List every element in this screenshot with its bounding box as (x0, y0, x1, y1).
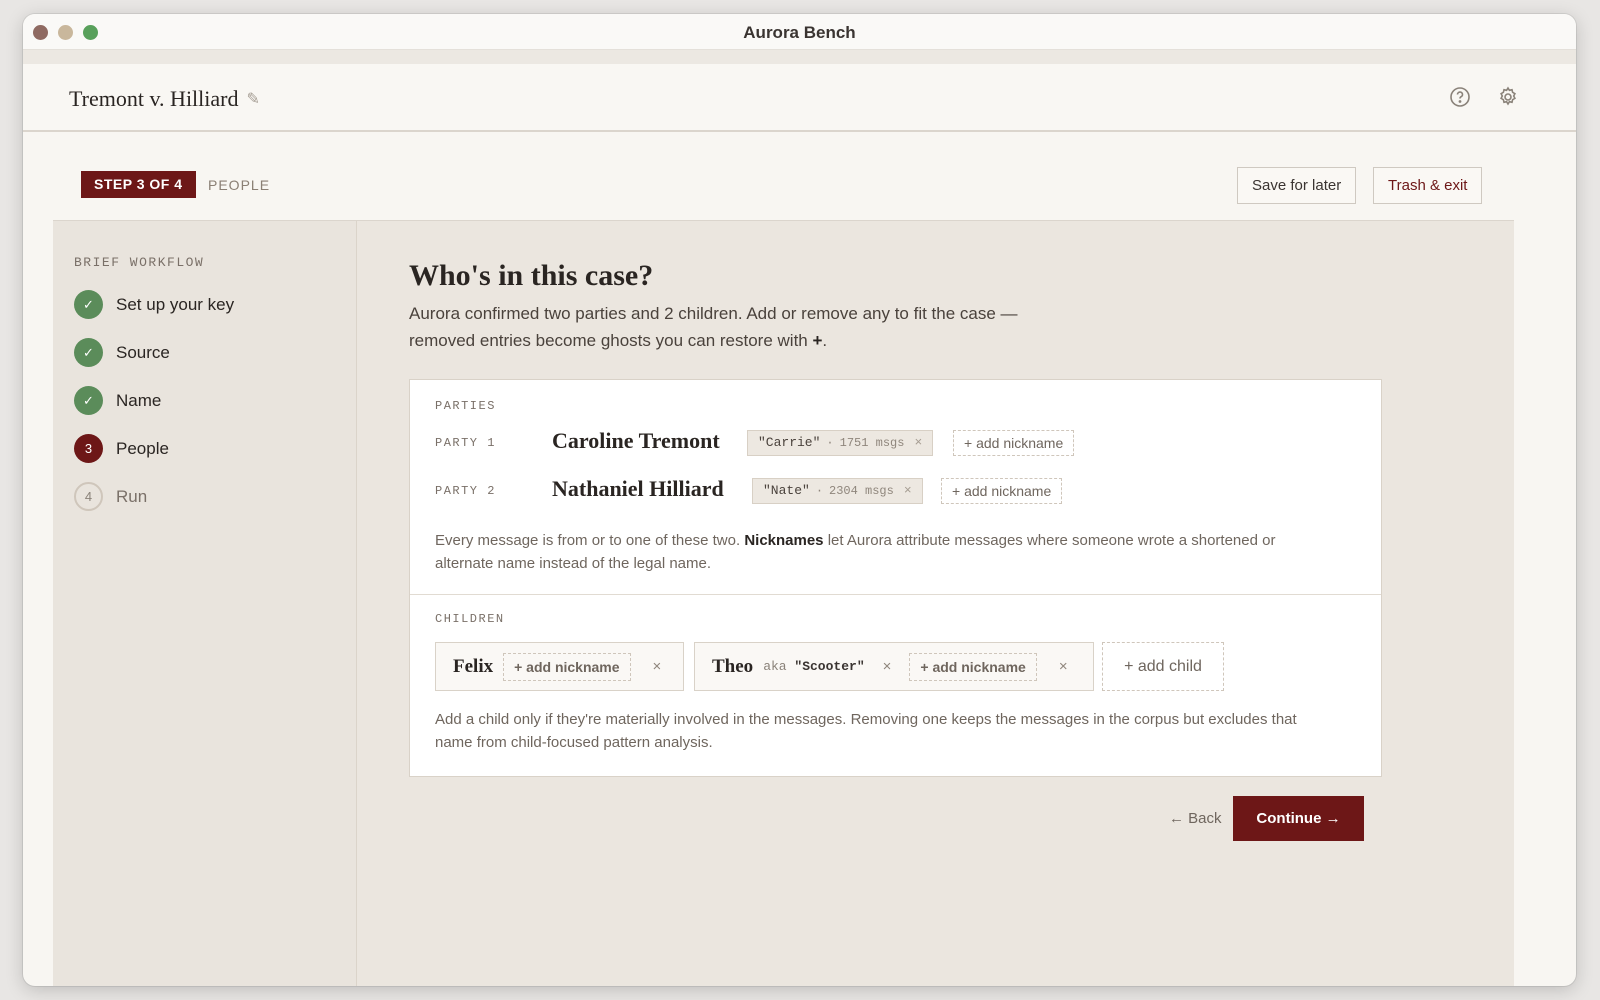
app-window: Aurora Bench Tremont v. Hilliard ✎ STEP … (23, 14, 1576, 986)
main-panel: Who's in this case? Aurora confirmed two… (409, 221, 1514, 986)
title-gap (23, 50, 1576, 64)
back-link[interactable]: ← Back (1169, 810, 1222, 827)
nickname-chip[interactable]: "Carrie" · 1751 msgs × (747, 430, 934, 456)
alias-group: aka "Scooter" (763, 659, 864, 674)
remove-child-icon[interactable]: × (653, 658, 662, 675)
add-nickname-button[interactable]: + add nickname (953, 430, 1075, 456)
nickname-chip[interactable]: "Nate" · 2304 msgs × (752, 478, 923, 504)
section-divider (410, 594, 1381, 595)
child-card-theo: Theo aka "Scooter" × + add nickname × (694, 642, 1094, 691)
sidebar-item-set-up-key[interactable]: ✓ Set up your key (74, 290, 234, 319)
save-for-later-button[interactable]: Save for later (1237, 167, 1357, 204)
help-icon[interactable] (1449, 86, 1471, 108)
sidebar-item-label: Name (116, 390, 162, 410)
check-icon: ✓ (74, 290, 103, 319)
step-number-badge: 3 (74, 434, 103, 463)
description-end: . (822, 331, 828, 350)
add-child-button[interactable]: + add child (1102, 642, 1224, 691)
separator-dot: · (826, 436, 834, 450)
child-name: Theo (712, 655, 754, 677)
party-row: PARTY 1 Caroline Tremont "Carrie" · 1751… (435, 428, 1375, 458)
message-count: 2304 msgs (829, 484, 894, 498)
sidebar-item-people[interactable]: 3 People (74, 434, 169, 463)
party-name: Nathaniel Hilliard (552, 476, 724, 501)
sidebar-item-label: Set up your key (116, 294, 235, 314)
case-title-group[interactable]: Tremont v. Hilliard ✎ (69, 86, 260, 112)
plus-glyph: + (812, 331, 823, 350)
remove-child-icon[interactable]: × (1059, 658, 1068, 675)
workspace: BRIEF WORKFLOW ✓ Set up your key ✓ Sourc… (53, 220, 1514, 986)
nickname-text: "Carrie" (758, 435, 821, 450)
remove-nickname-icon[interactable]: × (904, 479, 912, 503)
sidebar-item-name[interactable]: ✓ Name (74, 386, 161, 415)
gear-icon[interactable] (1497, 86, 1519, 108)
check-icon: ✓ (74, 338, 103, 367)
step-name: PEOPLE (208, 177, 271, 193)
remove-nickname-icon[interactable]: × (914, 431, 922, 455)
check-icon: ✓ (74, 386, 103, 415)
message-count: 1751 msgs (839, 436, 905, 450)
parties-section-label: PARTIES (435, 399, 496, 413)
party-label: PARTY 2 (435, 484, 496, 498)
children-note: Add a child only if they're materially i… (435, 711, 1297, 751)
note-text: Every message is from or to one of these… (435, 532, 745, 549)
aka-label: aka (763, 659, 787, 674)
continue-button[interactable]: Continue → (1233, 796, 1364, 841)
add-nickname-button[interactable]: + add nickname (909, 652, 1037, 681)
remove-alias-icon[interactable]: × (883, 658, 892, 675)
sidebar-item-label: People (116, 438, 169, 458)
child-card-felix: Felix + add nickname × (435, 642, 684, 691)
title-bar: Aurora Bench (23, 14, 1576, 50)
step-bar: STEP 3 OF 4 PEOPLE Save for later Trash … (23, 132, 1576, 220)
separator-dot: · (815, 484, 824, 498)
children-section-label: CHILDREN (435, 612, 505, 626)
sidebar-item-source[interactable]: ✓ Source (74, 338, 170, 367)
page-title: Who's in this case? (409, 259, 654, 292)
nickname-text: "Nate" (763, 483, 810, 498)
case-title: Tremont v. Hilliard (69, 86, 239, 111)
trash-and-exit-button[interactable]: Trash & exit (1373, 167, 1483, 204)
window-title: Aurora Bench (743, 23, 856, 42)
party-label: PARTY 1 (435, 436, 496, 450)
sidebar-item-label: Run (116, 486, 148, 506)
pencil-icon[interactable]: ✎ (246, 89, 259, 109)
parties-note: Every message is from or to one of these… (435, 529, 1335, 575)
sidebar-item-run[interactable]: 4 Run (74, 482, 147, 511)
note-emphasis: Nicknames (744, 532, 824, 549)
add-nickname-button[interactable]: + add nickname (503, 652, 631, 681)
step-number-badge: 4 (74, 482, 103, 511)
description-text: Aurora confirmed two parties and 2 child… (409, 304, 1018, 350)
party-row: PARTY 2 Nathaniel Hilliard "Nate" · 2304… (435, 476, 1375, 506)
child-name: Felix (453, 655, 494, 677)
sidebar-item-label: Source (116, 342, 170, 362)
add-nickname-button[interactable]: + add nickname (941, 478, 1063, 504)
sidebar-heading: BRIEF WORKFLOW (74, 255, 205, 270)
document-header: Tremont v. Hilliard ✎ (23, 64, 1576, 132)
page-description: Aurora confirmed two parties and 2 child… (409, 300, 1069, 354)
party-name: Caroline Tremont (552, 428, 720, 453)
alias-text: "Scooter" (794, 659, 865, 674)
people-card: PARTIES PARTY 1 Caroline Tremont "Carrie… (409, 379, 1382, 777)
step-badge: STEP 3 OF 4 (81, 171, 196, 198)
workflow-sidebar: BRIEF WORKFLOW ✓ Set up your key ✓ Sourc… (53, 221, 357, 986)
